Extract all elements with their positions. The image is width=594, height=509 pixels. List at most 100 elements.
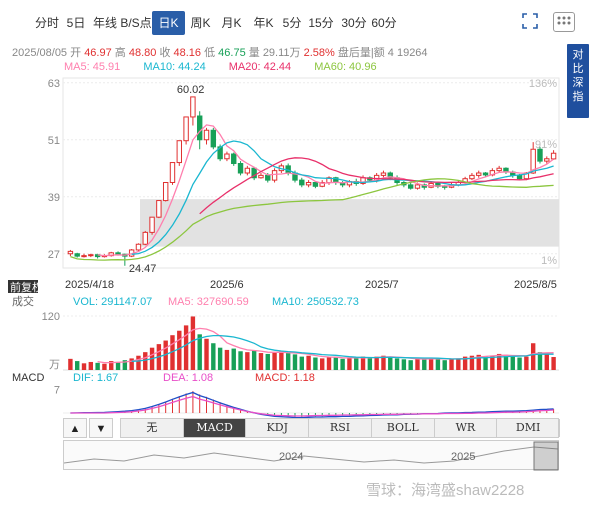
candle-body	[258, 174, 264, 179]
vol-tick-label: 万	[49, 359, 60, 371]
candle-body	[414, 184, 421, 189]
indicator-RSI[interactable]: RSI	[309, 419, 372, 437]
candle-body	[516, 174, 523, 180]
price-tick-label: 51	[48, 135, 60, 147]
macd-value: MACD: 1.18	[255, 372, 315, 384]
volume-bar	[483, 356, 488, 370]
candle-body	[169, 162, 176, 184]
volume-bar	[544, 354, 549, 370]
volume-bar	[394, 358, 400, 370]
volume-bar	[265, 353, 270, 370]
indicator-无[interactable]: 无	[121, 419, 184, 437]
fq-badge-label: 前复权	[10, 280, 43, 294]
vol-value: VOL: 291147.07	[73, 296, 152, 308]
candle-body	[305, 182, 312, 186]
volume-bar	[442, 360, 447, 370]
macd-dea-value: DEA: 1.08	[163, 372, 213, 384]
volume-bar	[340, 358, 345, 370]
indicator-WR[interactable]: WR	[435, 419, 498, 437]
candle-body	[142, 231, 148, 245]
indicator-BOLL[interactable]: BOLL	[372, 419, 435, 437]
volume-bar	[285, 353, 291, 370]
volume-bar	[81, 363, 87, 370]
candle-body	[115, 252, 121, 255]
volume-bar	[204, 338, 209, 370]
candle-body	[537, 148, 543, 162]
minimap-year-2025: 2025	[451, 451, 476, 463]
timeline-minimap[interactable]: 2024 2025	[63, 440, 559, 471]
volume-bar	[456, 358, 461, 370]
volume-bar	[177, 330, 182, 370]
candle-body	[67, 250, 74, 255]
volume-bar	[306, 355, 311, 370]
candle-body	[74, 253, 80, 257]
volume-bar	[388, 357, 393, 370]
candle-body	[271, 170, 278, 181]
price-tick-label: 39	[48, 192, 60, 204]
candle-body	[312, 182, 319, 187]
volume-bar	[115, 361, 121, 370]
volume-bar	[320, 358, 325, 370]
candle-body	[237, 163, 244, 174]
candle-body	[299, 179, 305, 186]
date-label: 2025/8/5	[514, 279, 557, 291]
candle-body	[380, 172, 387, 176]
volume-bar	[136, 355, 141, 370]
pct-tick-label: 1%	[541, 255, 557, 267]
candle-body	[197, 115, 203, 141]
volume-bar	[354, 358, 359, 370]
indicator-MACD[interactable]: MACD	[183, 419, 247, 437]
volume-bar	[190, 316, 196, 370]
volume-bar	[313, 357, 318, 370]
volume-bar	[292, 354, 298, 370]
volume-bar	[258, 353, 264, 370]
candle-body	[496, 167, 502, 172]
volume-bar	[551, 357, 556, 370]
volume-bar	[401, 359, 407, 370]
candle-body	[244, 167, 251, 174]
candle-body	[224, 153, 230, 160]
volume-bar	[231, 348, 236, 370]
volume-bar	[183, 325, 189, 370]
date-label: 2025/7	[365, 279, 399, 291]
stock-chart[interactable]: 27395163136%91%46%1%60.0224.472025/4/182…	[0, 0, 594, 418]
indicator-KDJ[interactable]: KDJ	[246, 419, 310, 437]
low-annotation: 24.47	[129, 263, 157, 275]
volume-bar	[408, 360, 413, 370]
price-tick-label: 63	[48, 78, 60, 90]
vol-title: 成交	[12, 294, 34, 308]
candle-body	[156, 200, 162, 218]
volume-bar	[143, 352, 148, 370]
candle-body	[149, 216, 155, 233]
scroll-up-button[interactable]: ▲	[63, 418, 87, 438]
vol-tick-label: 120	[42, 311, 60, 323]
candle-body	[482, 172, 489, 176]
indicator-bar: 无 MACD KDJ RSI BOLL WR DMI	[120, 418, 560, 438]
candle-body	[81, 255, 87, 258]
candle-body	[190, 96, 196, 118]
high-annotation: 60.02	[177, 84, 205, 96]
candle-body	[469, 174, 475, 180]
indicator-DMI[interactable]: DMI	[497, 419, 560, 437]
date-label: 2025/6	[210, 279, 244, 291]
minimap-year-2024: 2024	[279, 451, 304, 463]
volume-bar	[517, 357, 522, 370]
volume-bar	[347, 357, 352, 370]
price-tick-label: 27	[48, 249, 60, 261]
macd-dif-value: DIF: 1.67	[73, 372, 118, 384]
date-label: 2025/4/18	[65, 279, 114, 291]
candle-body	[265, 174, 271, 181]
macd-dif-line	[70, 391, 554, 418]
volume-bar	[224, 349, 230, 370]
zoom-arrows: ▲ ▼	[63, 418, 113, 438]
candle-body	[476, 172, 482, 176]
volume-bar	[510, 356, 515, 370]
volume-bar	[435, 358, 441, 370]
scroll-down-button[interactable]: ▼	[89, 418, 113, 438]
candle-body	[183, 116, 189, 142]
volume-bar	[374, 356, 379, 370]
vol-ma10-value: MA10: 250532.73	[272, 296, 359, 308]
candle-body	[176, 140, 182, 164]
candle-body	[203, 129, 210, 141]
volume-bar	[367, 357, 373, 370]
